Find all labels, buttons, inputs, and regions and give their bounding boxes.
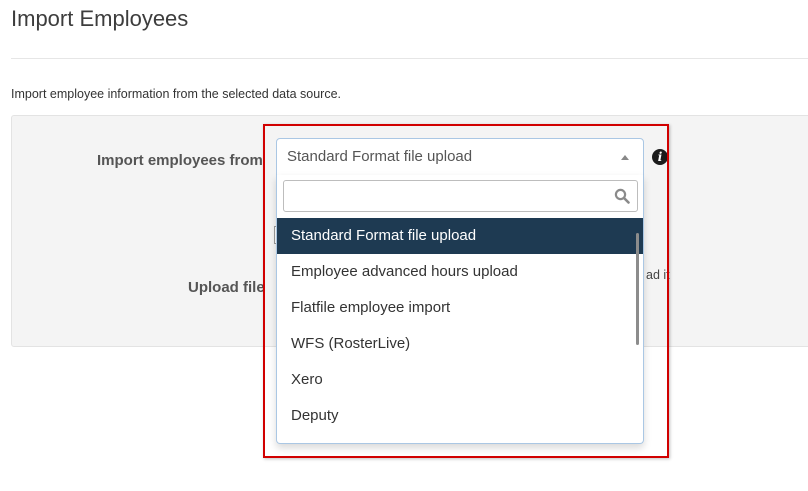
page-description: Import employee information from the sel… — [11, 87, 342, 101]
dropdown-option-xero[interactable]: Xero — [277, 362, 643, 398]
dropdown-option-list: Standard Format file upload Employee adv… — [277, 218, 643, 434]
dropdown-option-wfs-rosterlive[interactable]: WFS (RosterLive) — [277, 326, 643, 362]
select-current-value: Standard Format file upload — [287, 148, 473, 165]
dropdown-option-advanced-hours[interactable]: Employee advanced hours upload — [277, 254, 643, 290]
search-icon — [614, 188, 630, 204]
caret-up-icon — [621, 155, 629, 160]
dropdown-option-deputy[interactable]: Deputy — [277, 398, 643, 434]
title-divider — [11, 58, 808, 59]
upload-file-label: Upload file — [188, 279, 265, 296]
dropdown-search-input[interactable] — [284, 181, 637, 211]
info-icon[interactable]: i — [652, 149, 668, 165]
dropdown-option-flatfile[interactable]: Flatfile employee import — [277, 290, 643, 326]
dropdown-search-box[interactable] — [283, 180, 638, 212]
import-source-select[interactable]: Standard Format file upload — [276, 138, 644, 176]
import-source-dropdown: Standard Format file upload Employee adv… — [276, 175, 644, 444]
import-from-label: Import employees from — [97, 152, 263, 169]
dropdown-option-standard-format[interactable]: Standard Format file upload — [277, 218, 643, 254]
obscured-help-text: ad it — [646, 268, 670, 282]
dropdown-scrollbar[interactable] — [636, 233, 639, 345]
page-title: Import Employees — [11, 6, 189, 31]
